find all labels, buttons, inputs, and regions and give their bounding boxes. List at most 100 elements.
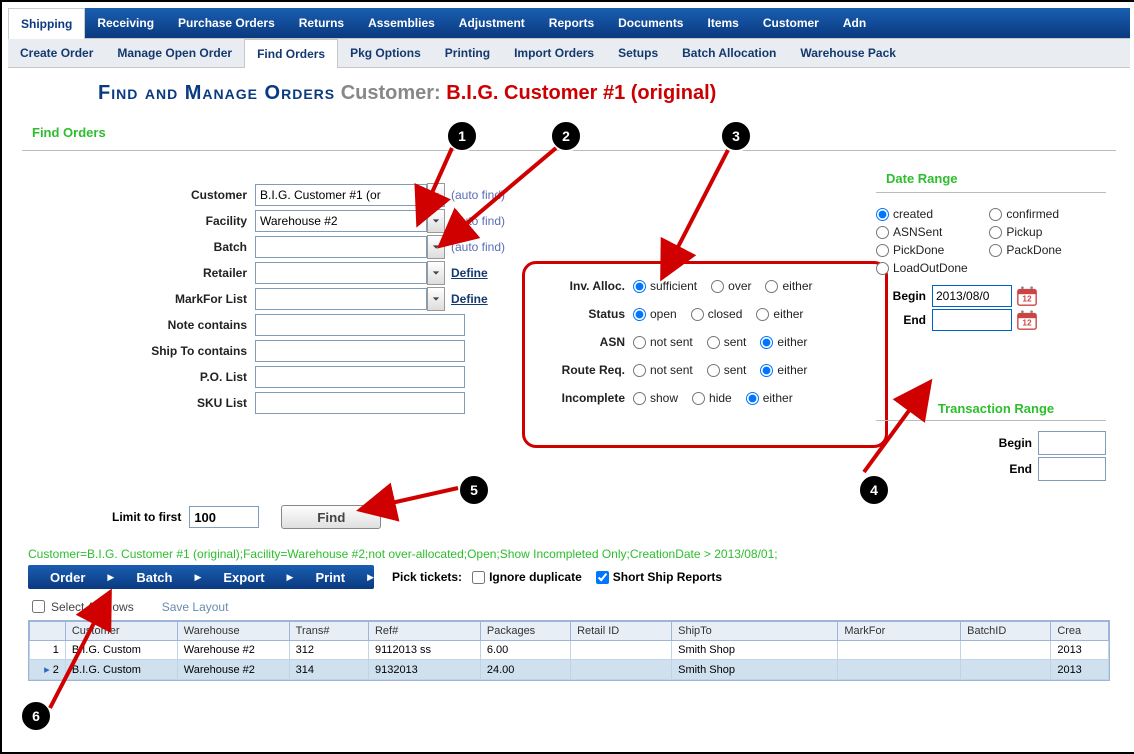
- input-polist[interactable]: [255, 366, 465, 388]
- radio-invalloc-over[interactable]: over: [711, 279, 751, 293]
- radio-asn-notsent[interactable]: not sent: [633, 335, 693, 349]
- tab-assemblies[interactable]: Assemblies: [356, 8, 447, 38]
- sub-import-orders[interactable]: Import Orders: [502, 39, 606, 67]
- action-order[interactable]: Order: [28, 570, 107, 585]
- input-customer[interactable]: [255, 184, 427, 206]
- radio-routereq-notsent[interactable]: not sent: [633, 363, 693, 377]
- col-customer[interactable]: Customer: [65, 622, 177, 641]
- radio-pickup[interactable]: Pickup: [989, 225, 1099, 239]
- sub-setups[interactable]: Setups: [606, 39, 670, 67]
- sub-manage-open-order[interactable]: Manage Open Order: [105, 39, 244, 67]
- calendar-begin-icon[interactable]: 12: [1016, 285, 1038, 307]
- col-retail[interactable]: Retail ID: [571, 622, 672, 641]
- input-skulist[interactable]: [255, 392, 465, 414]
- col-ref[interactable]: Ref#: [368, 622, 480, 641]
- radio-pickdone[interactable]: PickDone: [876, 243, 986, 257]
- dropdown-retailer-icon[interactable]: [427, 261, 445, 285]
- input-note[interactable]: [255, 314, 465, 336]
- input-trans-begin[interactable]: [1038, 431, 1106, 455]
- transaction-range-legend: Transaction Range: [886, 401, 1106, 416]
- annotation-6: 6: [20, 700, 52, 732]
- col-warehouse[interactable]: Warehouse: [177, 622, 289, 641]
- chk-ignore-duplicate[interactable]: Ignore duplicate: [472, 570, 582, 584]
- col-rownum[interactable]: [30, 622, 66, 641]
- calendar-end-icon[interactable]: 12: [1016, 309, 1038, 331]
- date-range-legend: Date Range: [886, 171, 1106, 186]
- chk-short-ship-reports[interactable]: Short Ship Reports: [596, 570, 722, 584]
- action-export[interactable]: Export: [201, 570, 286, 585]
- input-facility[interactable]: [255, 210, 427, 232]
- radio-asn-either[interactable]: either: [760, 335, 807, 349]
- radio-confirmed[interactable]: confirmed: [989, 207, 1099, 221]
- input-end-date[interactable]: [932, 309, 1012, 331]
- autofind-facility: (auto find): [445, 214, 505, 228]
- radio-asnsent[interactable]: ASNSent: [876, 225, 986, 239]
- input-begin-date[interactable]: [932, 285, 1012, 307]
- define-retailer[interactable]: Define: [445, 266, 488, 280]
- radio-created[interactable]: created: [876, 207, 986, 221]
- tab-customer[interactable]: Customer: [751, 8, 831, 38]
- customer-name: B.I.G. Customer #1 (original): [446, 82, 716, 104]
- input-batch[interactable]: [255, 236, 427, 258]
- chk-select-all[interactable]: [32, 600, 45, 613]
- define-markfor[interactable]: Define: [445, 292, 488, 306]
- customer-label: Customer:: [341, 82, 441, 104]
- sub-warehouse-pack[interactable]: Warehouse Pack: [788, 39, 908, 67]
- col-packages[interactable]: Packages: [480, 622, 570, 641]
- link-save-layout[interactable]: Save Layout: [162, 600, 229, 614]
- col-batchid[interactable]: BatchID: [961, 622, 1051, 641]
- input-trans-end[interactable]: [1038, 457, 1106, 481]
- col-trans[interactable]: Trans#: [289, 622, 368, 641]
- tab-purchase-orders[interactable]: Purchase Orders: [166, 8, 287, 38]
- tab-shipping[interactable]: Shipping: [8, 8, 85, 39]
- radio-incomplete-show[interactable]: show: [633, 391, 678, 405]
- radio-status-open[interactable]: open: [633, 307, 677, 321]
- sub-printing[interactable]: Printing: [433, 39, 502, 67]
- action-batch[interactable]: Batch: [114, 570, 194, 585]
- dropdown-batch-icon[interactable]: [427, 235, 445, 259]
- col-markfor[interactable]: MarkFor: [838, 622, 961, 641]
- radio-status-closed[interactable]: closed: [691, 307, 743, 321]
- tab-admin[interactable]: Adn: [831, 8, 878, 38]
- action-print[interactable]: Print: [293, 570, 367, 585]
- input-shipto[interactable]: [255, 340, 465, 362]
- radio-invalloc-sufficient[interactable]: sufficient: [633, 279, 697, 293]
- sub-pkg-options[interactable]: Pkg Options: [338, 39, 433, 67]
- col-shipto[interactable]: ShipTo: [672, 622, 838, 641]
- table-row[interactable]: ▸ 2 B.I.G. Custom Warehouse #2 314 91320…: [30, 660, 1109, 680]
- tab-items[interactable]: Items: [695, 8, 750, 38]
- find-orders-legend: Find Orders: [32, 125, 1116, 140]
- sub-batch-allocation[interactable]: Batch Allocation: [670, 39, 788, 67]
- dropdown-facility-icon[interactable]: [427, 209, 445, 233]
- col-created[interactable]: Crea: [1051, 622, 1109, 641]
- input-limit[interactable]: [189, 506, 259, 528]
- radio-packdone[interactable]: PackDone: [989, 243, 1099, 257]
- autofind-batch: (auto find): [445, 240, 505, 254]
- tab-receiving[interactable]: Receiving: [85, 8, 166, 38]
- radio-incomplete-either[interactable]: either: [746, 391, 793, 405]
- tab-documents[interactable]: Documents: [606, 8, 695, 38]
- radio-routereq-sent[interactable]: sent: [707, 363, 747, 377]
- radio-loadoutdone[interactable]: LoadOutDone: [876, 261, 986, 275]
- dropdown-customer-icon[interactable]: [427, 183, 445, 207]
- tab-adjustment[interactable]: Adjustment: [447, 8, 537, 38]
- sub-create-order[interactable]: Create Order: [8, 39, 105, 67]
- find-button[interactable]: Find: [281, 505, 381, 529]
- radio-invalloc-either[interactable]: either: [765, 279, 812, 293]
- page-title: Find and Manage Orders: [98, 82, 335, 104]
- lbl-incomplete: Incomplete: [535, 391, 633, 405]
- radio-asn-sent[interactable]: sent: [707, 335, 747, 349]
- lbl-begin-date: Begin: [876, 289, 932, 303]
- radio-incomplete-hide[interactable]: hide: [692, 391, 732, 405]
- dropdown-markfor-icon[interactable]: [427, 287, 445, 311]
- lbl-facility: Facility: [22, 214, 255, 228]
- radio-status-either[interactable]: either: [756, 307, 803, 321]
- radio-routereq-either[interactable]: either: [760, 363, 807, 377]
- table-row[interactable]: 1 B.I.G. Custom Warehouse #2 312 9112013…: [30, 641, 1109, 660]
- lbl-limit: Limit to first: [112, 510, 181, 524]
- tab-returns[interactable]: Returns: [287, 8, 356, 38]
- input-markfor[interactable]: [255, 288, 427, 310]
- tab-reports[interactable]: Reports: [537, 8, 606, 38]
- input-retailer[interactable]: [255, 262, 427, 284]
- sub-find-orders[interactable]: Find Orders: [244, 39, 338, 68]
